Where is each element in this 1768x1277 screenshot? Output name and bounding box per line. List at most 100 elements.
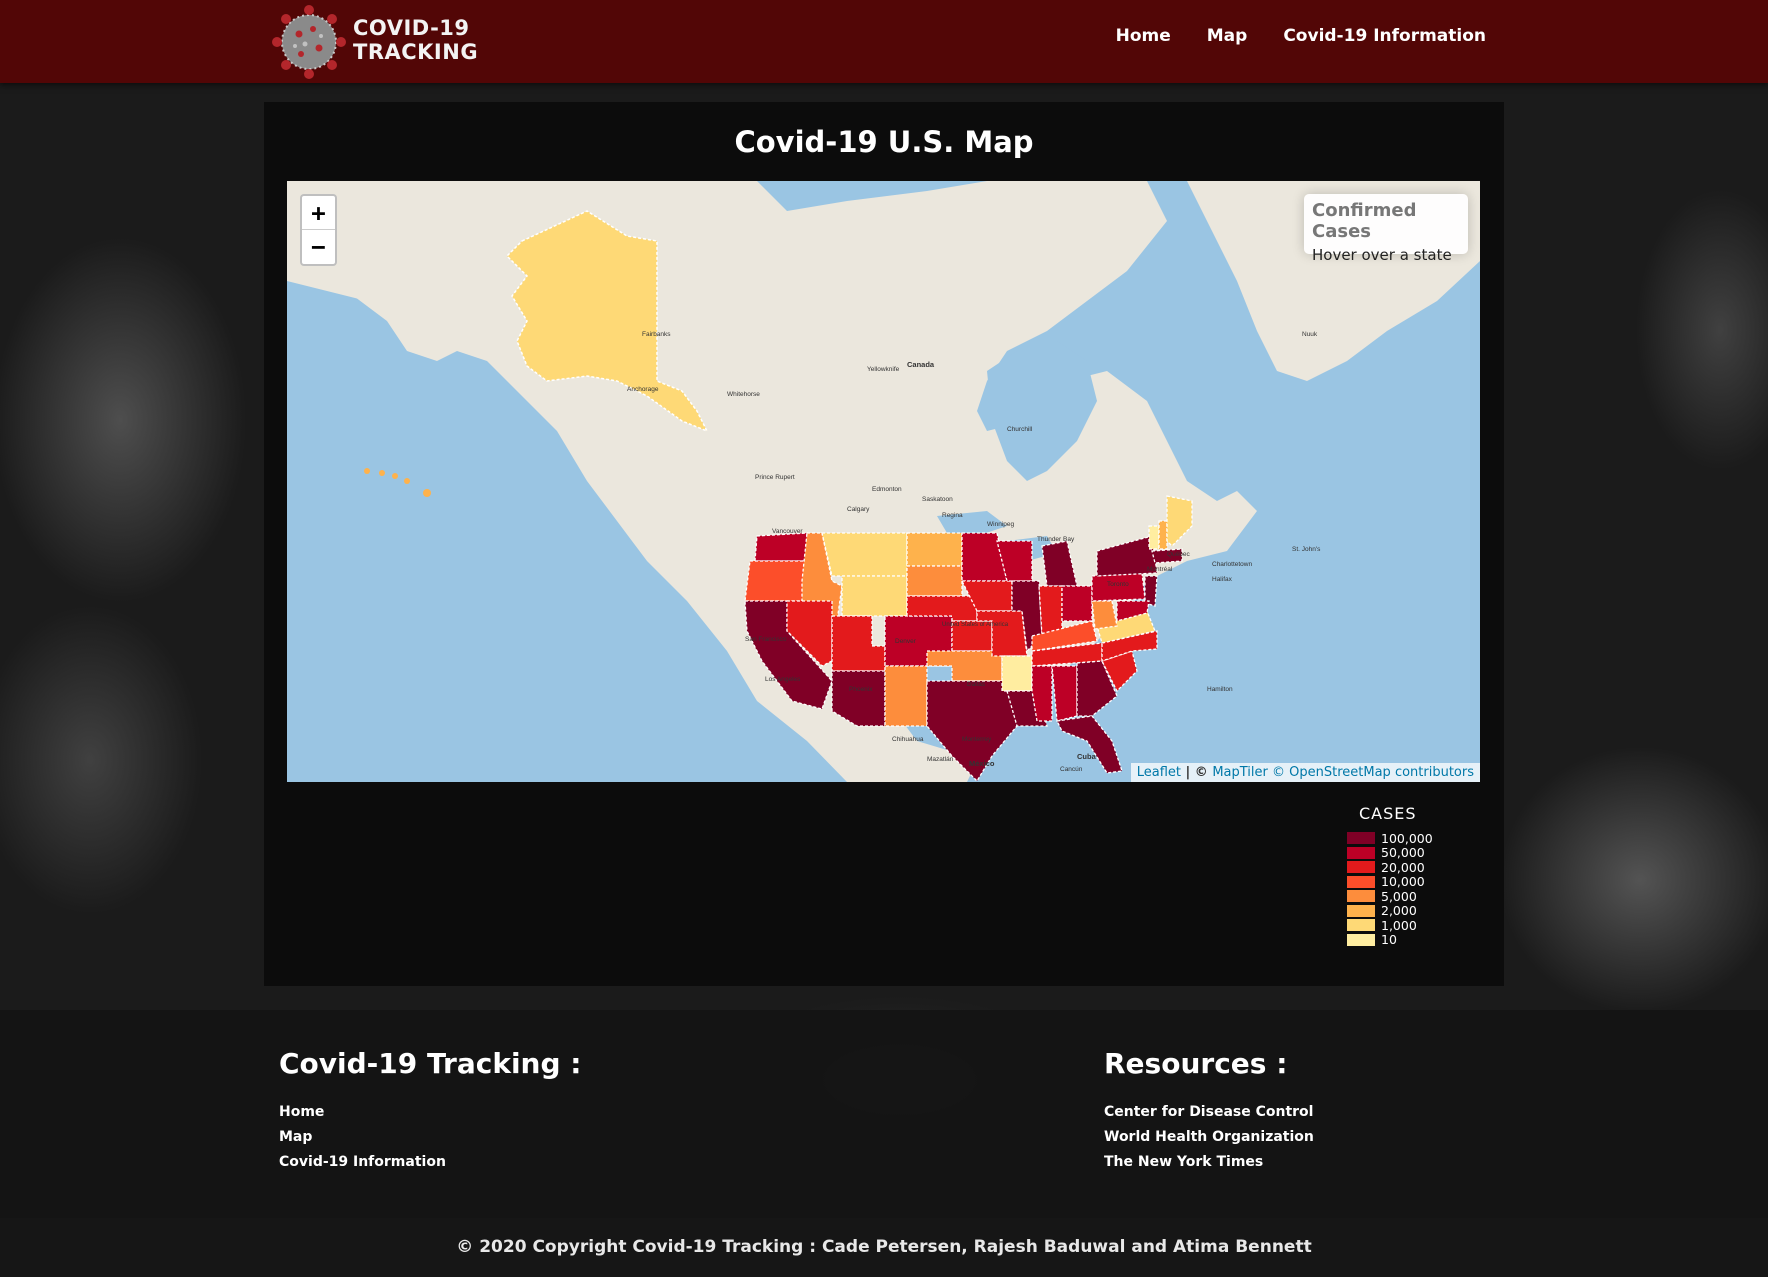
- info-panel: Confirmed Cases Hover over a state: [1304, 194, 1468, 264]
- footer-left-column: Covid-19 Tracking : Home Map Covid-19 In…: [279, 1047, 581, 1175]
- footer-right-title: Resources :: [1104, 1047, 1288, 1080]
- attribution-osm-link[interactable]: © OpenStreetMap contributors: [1272, 765, 1474, 780]
- label-saskatoon: Saskatoon: [922, 496, 953, 503]
- legend-swatch: [1347, 904, 1375, 917]
- label-phoenix: Phoenix: [849, 686, 873, 693]
- label-fairbanks: Fairbanks: [642, 331, 671, 338]
- label-st-johns: St. John's: [1292, 546, 1321, 553]
- footer-link-map[interactable]: Map: [279, 1125, 581, 1150]
- main-nav: Home Map Covid-19 Information: [1116, 26, 1486, 46]
- legend-rows: 100,000 50,000 20,000 10,000 5,000 2,000 1,000…: [1347, 831, 1467, 947]
- zoom-control: + −: [300, 194, 337, 266]
- site-footer: [0, 1010, 1768, 1218]
- map-attribution: Leaflet | © MapTiler © OpenStreetMap con…: [1130, 763, 1480, 782]
- footer-link-who[interactable]: World Health Organization: [1104, 1125, 1314, 1150]
- cases-legend: CASES 100,000 50,000 20,000 10,000 5,000 2,00…: [1347, 804, 1467, 947]
- site-header: COVID-19 TRACKING Home Map Covid-19 Info…: [0, 0, 1768, 83]
- label-winnipeg: Winnipeg: [987, 521, 1014, 528]
- label-thunder-bay: Thunder Bay: [1037, 536, 1075, 543]
- info-title: Confirmed Cases: [1312, 200, 1417, 242]
- label-canada: Canada: [907, 360, 935, 369]
- footer-right-column: Resources : Center for Disease Control W…: [1104, 1047, 1314, 1175]
- label-charlottetown: Charlottetown: [1212, 561, 1252, 568]
- state-new-mexico[interactable]: [884, 665, 928, 727]
- state-wyoming[interactable]: [841, 575, 908, 617]
- label-montreal: Montréal: [1147, 566, 1173, 573]
- label-prince-rupert: Prince Rupert: [755, 474, 795, 481]
- legend-row: 50,000: [1347, 845, 1467, 860]
- footer-link-cdc[interactable]: Center for Disease Control: [1104, 1100, 1314, 1125]
- label-united-states: United States of America: [942, 622, 1009, 628]
- logo-line-1: COVID-19: [353, 16, 470, 40]
- copyright: © 2020 Copyright Covid-19 Tracking : Cad…: [0, 1218, 1768, 1277]
- legend-row: 100,000: [1347, 831, 1467, 846]
- attribution-leaflet-link[interactable]: Leaflet: [1137, 765, 1181, 780]
- legend-swatch: [1347, 933, 1375, 946]
- label-churchill: Churchill: [1007, 426, 1033, 433]
- label-yellowknife: Yellowknife: [867, 366, 900, 373]
- site-logo[interactable]: COVID-19 TRACKING: [269, 2, 478, 82]
- state-washington[interactable]: [754, 532, 808, 562]
- label-cancun: Cancún: [1060, 766, 1083, 773]
- footer-link-nyt[interactable]: The New York Times: [1104, 1150, 1314, 1175]
- nav-map[interactable]: Map: [1207, 26, 1248, 46]
- legend-title: CASES: [1359, 804, 1417, 823]
- label-san-francisco: San Francisco: [745, 636, 787, 643]
- legend-swatch: [1347, 919, 1375, 932]
- label-mexico: México: [969, 759, 995, 768]
- legend-label: 5,000: [1381, 888, 1417, 904]
- attribution-separator: | ©: [1181, 765, 1213, 780]
- label-denver: Denver: [895, 638, 917, 645]
- legend-label: 2,000: [1381, 903, 1417, 919]
- legend-row: 5,000: [1347, 889, 1467, 904]
- legend-row: 2,000: [1347, 903, 1467, 919]
- zoom-out-button[interactable]: −: [302, 230, 335, 264]
- label-cuba: Cuba: [1077, 752, 1097, 761]
- info-hint: Hover over a state: [1312, 246, 1452, 264]
- state-indiana[interactable]: [1038, 585, 1063, 637]
- legend-swatch: [1347, 875, 1375, 888]
- footer-link-covid-info[interactable]: Covid-19 Information: [279, 1150, 581, 1175]
- legend-label: 10: [1381, 932, 1397, 948]
- label-mazatlan: Mazatlán: [927, 756, 954, 763]
- label-whitehorse: Whitehorse: [727, 391, 760, 398]
- legend-row: 10,000: [1347, 874, 1467, 890]
- legend-row: 10: [1347, 932, 1467, 948]
- legend-swatch: [1347, 846, 1375, 859]
- label-calgary: Calgary: [847, 506, 870, 513]
- label-regina: Regina: [942, 512, 963, 519]
- state-new-hampshire[interactable]: [1158, 520, 1168, 550]
- zoom-in-button[interactable]: +: [302, 196, 335, 230]
- state-montana[interactable]: [821, 532, 908, 577]
- label-monterrey: Monterrey: [962, 736, 992, 743]
- attribution-maptiler-link[interactable]: MapTiler: [1212, 765, 1268, 780]
- label-nuuk: Nuuk: [1302, 331, 1318, 338]
- label-quebec: Québec: [1167, 551, 1191, 558]
- label-hamilton: Hamilton: [1207, 686, 1233, 693]
- state-north-dakota[interactable]: [906, 532, 963, 567]
- footer-left-title: Covid-19 Tracking :: [279, 1047, 582, 1080]
- virus-icon: [272, 5, 346, 79]
- legend-label: 20,000: [1381, 859, 1425, 875]
- label-dallas: Dallas: [967, 681, 986, 688]
- nav-home[interactable]: Home: [1116, 26, 1171, 46]
- state-oregon[interactable]: [744, 560, 808, 602]
- legend-label: 1,000: [1381, 917, 1417, 933]
- label-edmonton: Edmonton: [872, 486, 902, 493]
- logo-line-2: TRACKING: [353, 40, 479, 64]
- footer-link-home[interactable]: Home: [279, 1100, 581, 1125]
- logo-text: COVID-19 TRACKING: [353, 16, 478, 64]
- state-arkansas[interactable]: [1001, 655, 1033, 692]
- state-ohio[interactable]: [1061, 585, 1093, 622]
- state-vermont[interactable]: [1148, 525, 1160, 550]
- legend-swatch: [1347, 832, 1375, 845]
- leaflet-map[interactable]: Canada United States of America México C…: [287, 181, 1480, 782]
- label-chihuahua: Chihuahua: [892, 736, 924, 743]
- legend-swatch: [1347, 890, 1375, 903]
- legend-label: 10,000: [1381, 874, 1425, 890]
- label-toronto: Toronto: [1107, 581, 1129, 588]
- state-south-dakota[interactable]: [906, 565, 963, 597]
- legend-swatch: [1347, 861, 1375, 874]
- legend-label: 100,000: [1381, 830, 1433, 846]
- nav-covid-info[interactable]: Covid-19 Information: [1283, 26, 1486, 46]
